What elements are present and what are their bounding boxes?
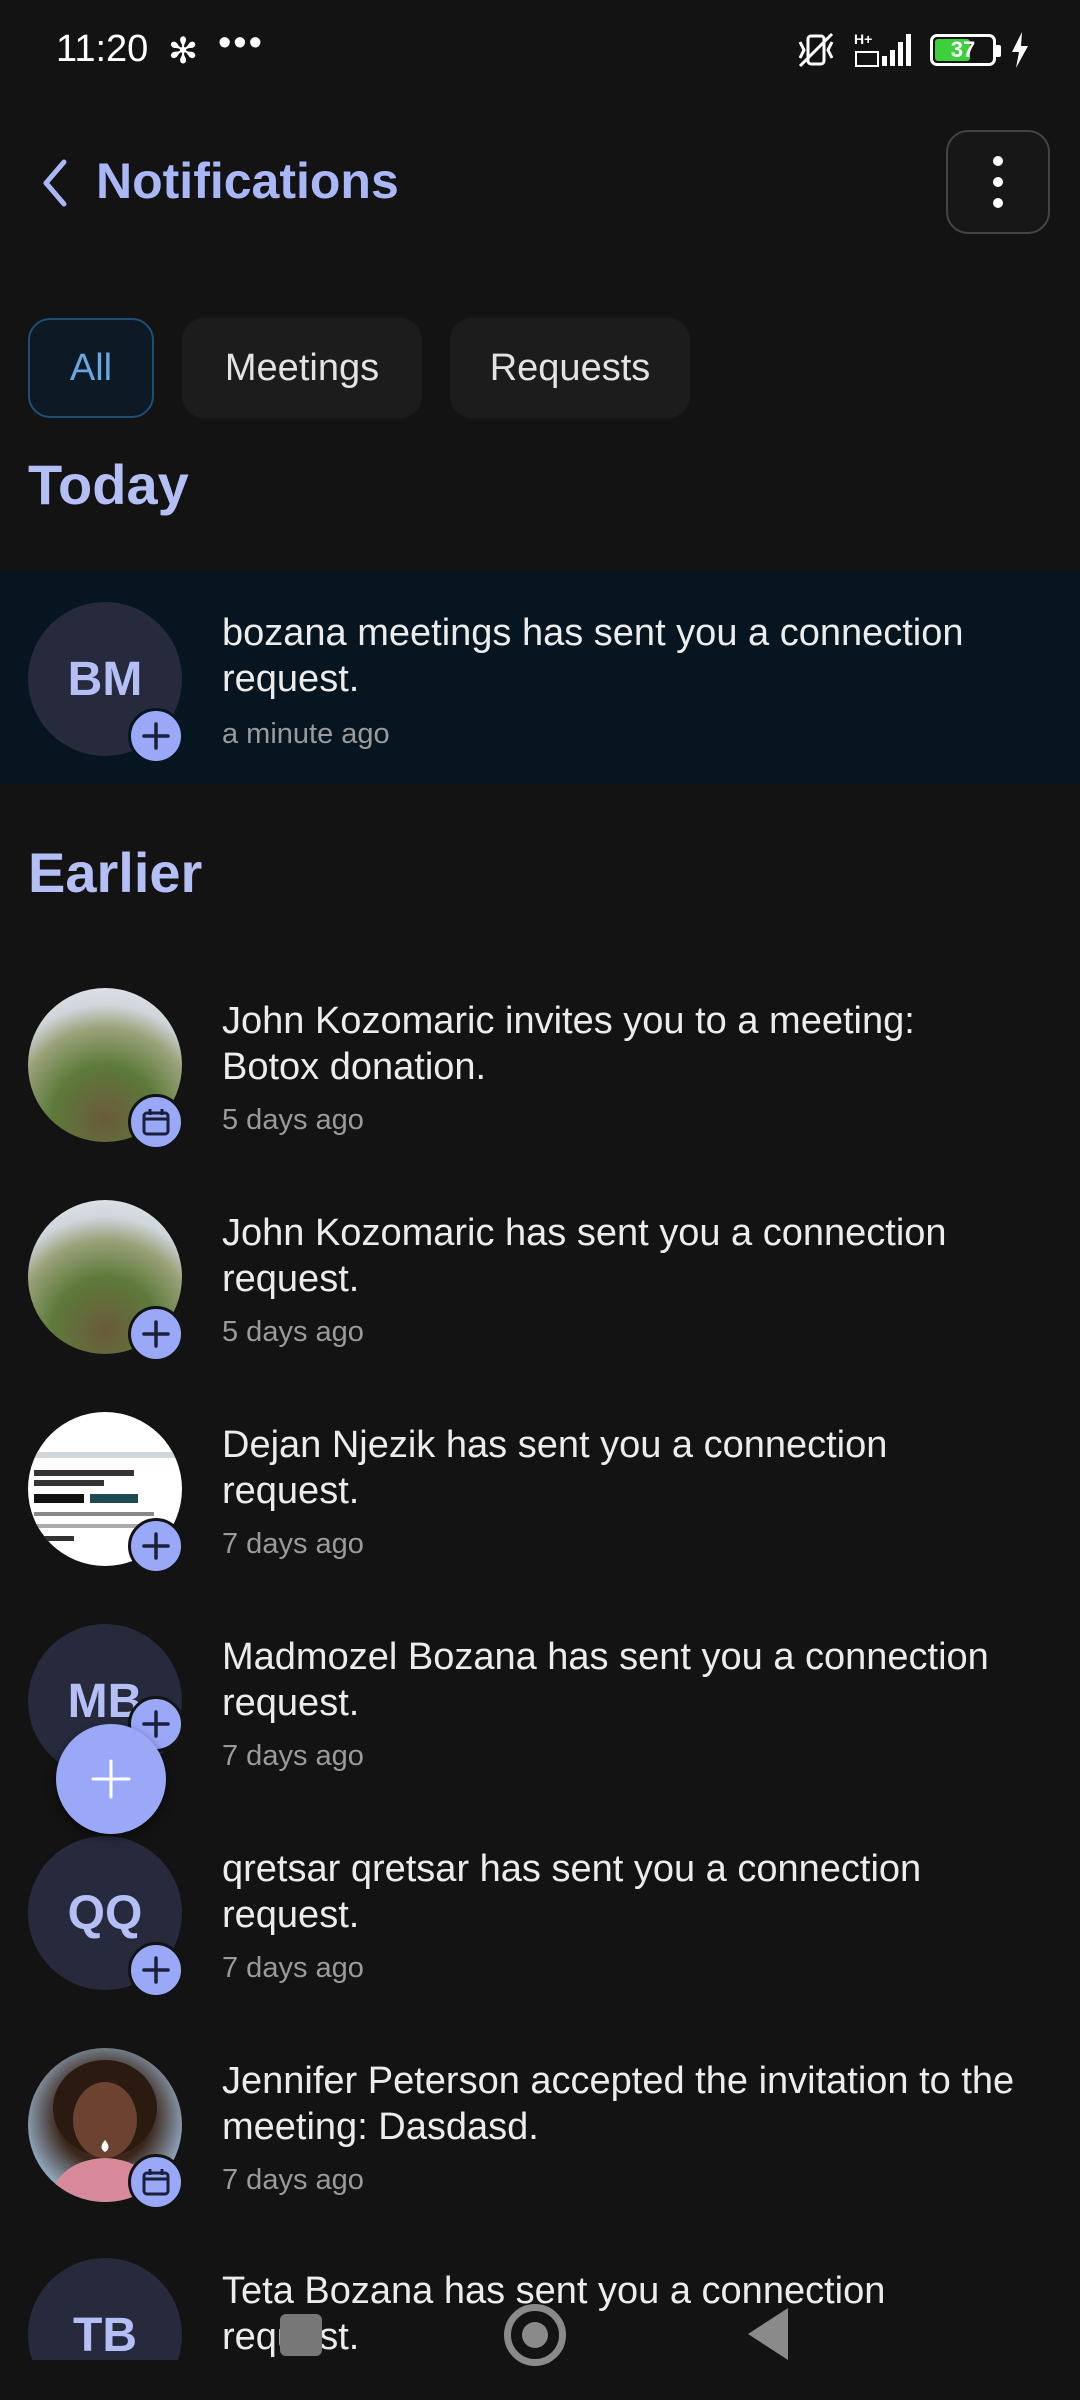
page-title: Notifications — [96, 153, 399, 209]
square-home-icon[interactable] — [280, 2314, 322, 2356]
status-bar: 11:20 ✻ ••• H+ 37 — [0, 0, 1080, 100]
more-dots-icon: ••• — [218, 22, 264, 64]
plus-icon — [91, 1759, 131, 1799]
battery-level: 37 — [950, 37, 976, 62]
notification-item[interactable]: Jennifer Peterson accepted the invitatio… — [0, 2018, 1080, 2230]
notification-text: Jennifer Peterson accepted the invitatio… — [222, 2060, 1015, 2148]
triangle-back-icon[interactable] — [748, 2308, 788, 2360]
filter-chip-requests[interactable]: Requests — [450, 318, 690, 418]
notification-item[interactable]: John Kozomaric has sent you a connection… — [0, 1170, 1080, 1382]
filter-chip-all[interactable]: All — [28, 318, 154, 418]
notification-time: 7 days ago — [222, 1528, 364, 1560]
plus-icon — [128, 1518, 184, 1574]
calendar-icon — [128, 1094, 184, 1150]
notification-time: 7 days ago — [222, 1952, 364, 1984]
notification-time: 7 days ago — [222, 2164, 364, 2196]
notification-text: Dejan Njezik has sent you a connection r… — [222, 1424, 888, 1512]
status-time: 11:20 — [56, 28, 149, 70]
notification-text: John Kozomaric has sent you a connection… — [222, 1212, 947, 1300]
network-label: H+ — [854, 31, 872, 47]
plus-icon — [128, 708, 184, 764]
slack-icon: ✻ — [168, 30, 199, 71]
plus-icon — [128, 1306, 184, 1362]
notification-item[interactable]: BM bozana meetings has sent you a connec… — [0, 572, 1080, 784]
signal-hplus-icon: H+ — [854, 31, 911, 67]
calendar-icon — [128, 2154, 184, 2210]
battery-icon: 37 — [930, 34, 1001, 66]
notification-time: 5 days ago — [222, 1316, 364, 1348]
chevron-left-icon — [43, 159, 67, 207]
section-title-today: Today — [28, 453, 189, 516]
add-fab-button[interactable] — [56, 1724, 166, 1834]
notification-text: qretsar qretsar has sent you a connectio… — [222, 1848, 922, 1936]
plus-icon — [128, 1942, 184, 1998]
more-options-button[interactable] — [946, 130, 1050, 234]
notification-time: 5 days ago — [222, 1104, 364, 1136]
notification-item[interactable]: John Kozomaric invites you to a meeting:… — [0, 958, 1080, 1170]
back-button[interactable] — [30, 150, 80, 216]
filter-chip-meetings[interactable]: Meetings — [182, 318, 422, 418]
section-title-earlier: Earlier — [28, 841, 203, 904]
charging-icon — [1012, 32, 1028, 68]
notification-text: Madmozel Bozana has sent you a connectio… — [222, 1636, 989, 1724]
notification-text: John Kozomaric invites you to a meeting:… — [222, 1000, 915, 1088]
notification-time: a minute ago — [222, 718, 390, 750]
circle-recents-icon[interactable] — [504, 2304, 566, 2366]
notification-time: 7 days ago — [222, 1740, 364, 1772]
kebab-menu-icon — [993, 156, 1003, 208]
status-icons: H+ 37 — [794, 30, 1030, 70]
notification-text: bozana meetings has sent you a connectio… — [222, 612, 964, 700]
notification-item[interactable]: QQ qretsar qretsar has sent you a connec… — [0, 1806, 1080, 2018]
system-nav-bar — [0, 2280, 1080, 2400]
notification-item[interactable]: Dejan Njezik has sent you a connection r… — [0, 1382, 1080, 1594]
vibrate-off-icon — [798, 32, 834, 68]
